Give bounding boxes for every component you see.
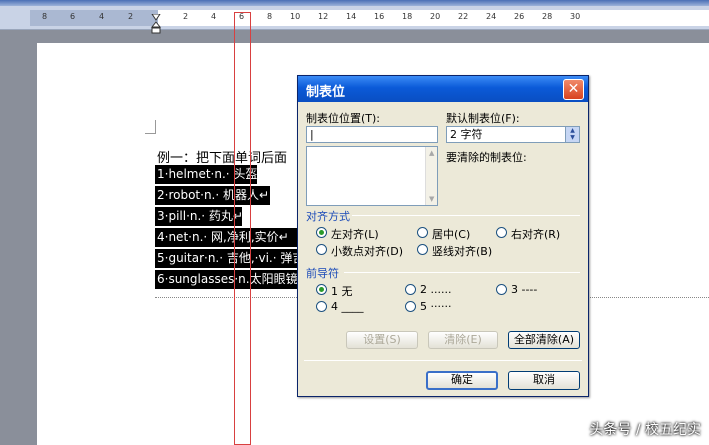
document-line-selected[interactable]: 6·sunglasses·n.太阳眼镜: [155, 270, 297, 289]
ruler-number: 18: [402, 12, 413, 21]
tab-position-input[interactable]: |: [306, 126, 438, 143]
document-line-selected[interactable]: 2·robot·n.· 机器人↵: [155, 186, 270, 205]
set-button[interactable]: 设置(S): [346, 331, 418, 349]
ruler-number: 12: [318, 12, 329, 21]
align-center-label[interactable]: 居中(C): [432, 226, 470, 242]
align-center-radio[interactable]: [417, 227, 428, 238]
ok-button[interactable]: 确定: [426, 371, 498, 390]
section-divider: [352, 215, 580, 216]
leader-underline-label[interactable]: 4 ____: [331, 300, 364, 313]
ruler-number: 8: [267, 12, 273, 21]
ruler-margin-area: [30, 10, 158, 26]
indent-marker-icon[interactable]: [151, 14, 161, 34]
cancel-button[interactable]: 取消: [508, 371, 580, 390]
ruler-number: 28: [542, 12, 553, 21]
margin-corner-mark: [155, 120, 156, 134]
dialog-title: 制表位: [306, 85, 346, 100]
align-decimal-radio[interactable]: [316, 244, 327, 255]
align-left-label[interactable]: 左对齐(L): [331, 226, 379, 242]
ruler-number: 14: [346, 12, 357, 21]
horizontal-ruler[interactable]: 8 6 4 2 2 4 6 8 10 12 14 16 18 20 22 24 …: [0, 6, 709, 34]
leader-none-label[interactable]: 1 无: [331, 283, 353, 299]
ruler-number: 10: [290, 12, 301, 21]
leader-middots-label[interactable]: 5 ······: [420, 300, 451, 313]
ruler-number: 22: [458, 12, 469, 21]
align-left-radio[interactable]: [316, 227, 327, 238]
ruler-number: 20: [430, 12, 441, 21]
spinner-icon[interactable]: ▲ ▼: [565, 127, 579, 142]
ruler-number: 16: [374, 12, 385, 21]
align-decimal-label[interactable]: 小数点对齐(D): [331, 243, 403, 259]
watermark: 头条号 / 校五纪实: [589, 422, 701, 438]
leader-dots-label[interactable]: 2 ......: [420, 283, 451, 296]
default-tab-label: 默认制表位(F):: [446, 112, 520, 125]
ruler-number: 4: [211, 12, 217, 21]
ruler-number: 30: [570, 12, 581, 21]
align-right-radio[interactable]: [496, 227, 507, 238]
document-line-selected[interactable]: 5·guitar·n.· 吉他,·vi.· 弹吉: [155, 249, 297, 268]
document-line-selected[interactable]: 3·pill·n.· 药丸↵: [155, 207, 243, 226]
align-bar-radio[interactable]: [417, 244, 428, 255]
alignment-section-title: 对齐方式: [306, 210, 350, 223]
align-bar-label[interactable]: 竖线对齐(B): [432, 243, 492, 259]
leader-middots-radio[interactable]: [405, 301, 416, 312]
scroll-up-icon[interactable]: ▲: [429, 149, 434, 157]
leader-none-radio[interactable]: [316, 284, 327, 295]
leader-dashes-radio[interactable]: [496, 284, 507, 295]
leader-dots-radio[interactable]: [405, 284, 416, 295]
align-right-label[interactable]: 右对齐(R): [511, 226, 560, 242]
leader-section-title: 前导符: [306, 267, 339, 280]
clear-button[interactable]: 清除(E): [428, 331, 498, 349]
default-tab-input[interactable]: 2 字符 ▲ ▼: [446, 126, 580, 143]
section-divider: [344, 272, 580, 273]
tab-position-list[interactable]: ▲ ▼: [306, 146, 438, 206]
clear-all-button[interactable]: 全部清除(A): [508, 331, 580, 349]
ruler-number: 26: [514, 12, 525, 21]
tab-position-label: 制表位位置(T):: [306, 112, 381, 125]
tabs-dialog: 制表位 ✕ 制表位位置(T): | ▲ ▼ 默认制表位(F): 2 字符 ▲ ▼ …: [297, 75, 589, 397]
leader-underline-radio[interactable]: [316, 301, 327, 312]
dialog-divider: [304, 360, 582, 361]
ruler-number: 2: [183, 12, 189, 21]
ruler-number: 8: [42, 12, 48, 21]
annotation-red-box: [234, 12, 251, 445]
document-line-selected[interactable]: 4·net·n.· 网,净利,实价↵: [155, 228, 297, 247]
close-icon[interactable]: ✕: [563, 79, 584, 100]
scroll-down-icon[interactable]: ▼: [429, 195, 434, 203]
ruler-number: 2: [128, 12, 134, 21]
document-intro-text: 例一：把下面单词后面: [157, 151, 288, 166]
dialog-titlebar[interactable]: 制表位 ✕: [298, 76, 588, 102]
default-tab-value: 2 字符: [450, 128, 483, 141]
clear-tabs-label: 要清除的制表位:: [446, 151, 527, 164]
ruler-number: 4: [99, 12, 105, 21]
ruler-number: 6: [70, 12, 76, 21]
ruler-number: 24: [486, 12, 497, 21]
leader-dashes-label[interactable]: 3 ----: [511, 283, 537, 296]
margin-corner-mark: [145, 133, 156, 134]
list-scrollbar[interactable]: ▲ ▼: [425, 147, 437, 205]
